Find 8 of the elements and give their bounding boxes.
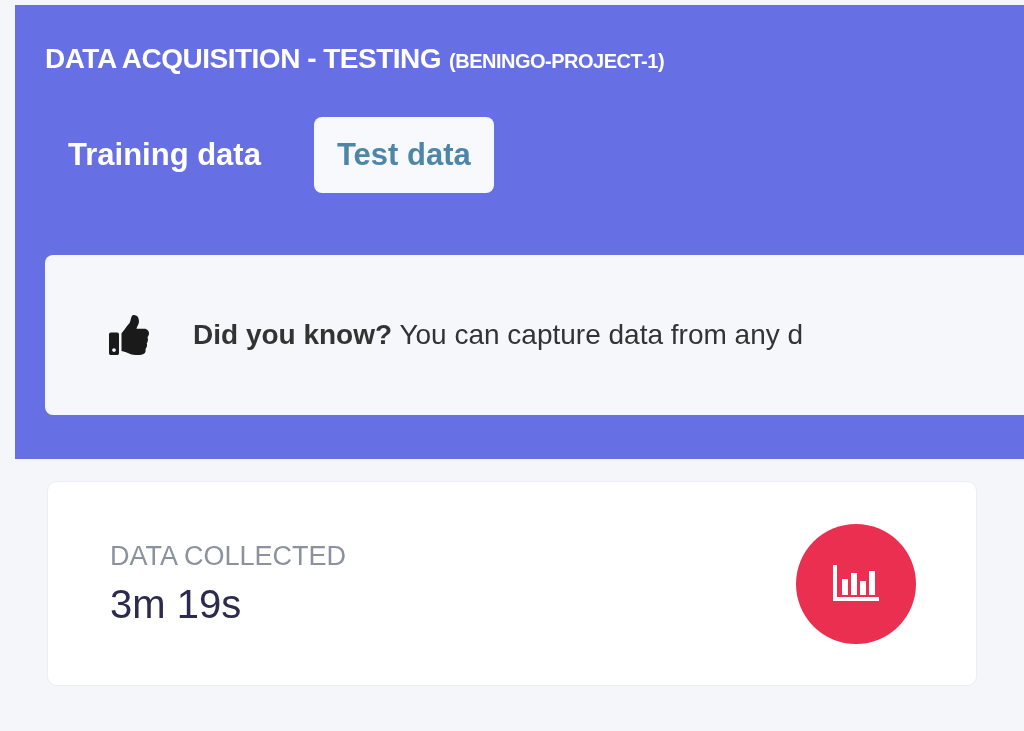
tip-text: Did you know? You can capture data from any d <box>193 319 804 351</box>
tab[interactable]: Training data <box>45 117 284 193</box>
project-name: (BENINGO-PROJECT-1) <box>449 50 665 73</box>
thumbs-up-icon <box>109 315 149 355</box>
page-title: DATA ACQUISITION - TESTING <box>45 43 442 75</box>
stat-value: 3m 19s <box>110 581 243 627</box>
stat-label: DATA COLLECTED <box>110 540 347 572</box>
tab[interactable]: Test data <box>313 117 494 193</box>
